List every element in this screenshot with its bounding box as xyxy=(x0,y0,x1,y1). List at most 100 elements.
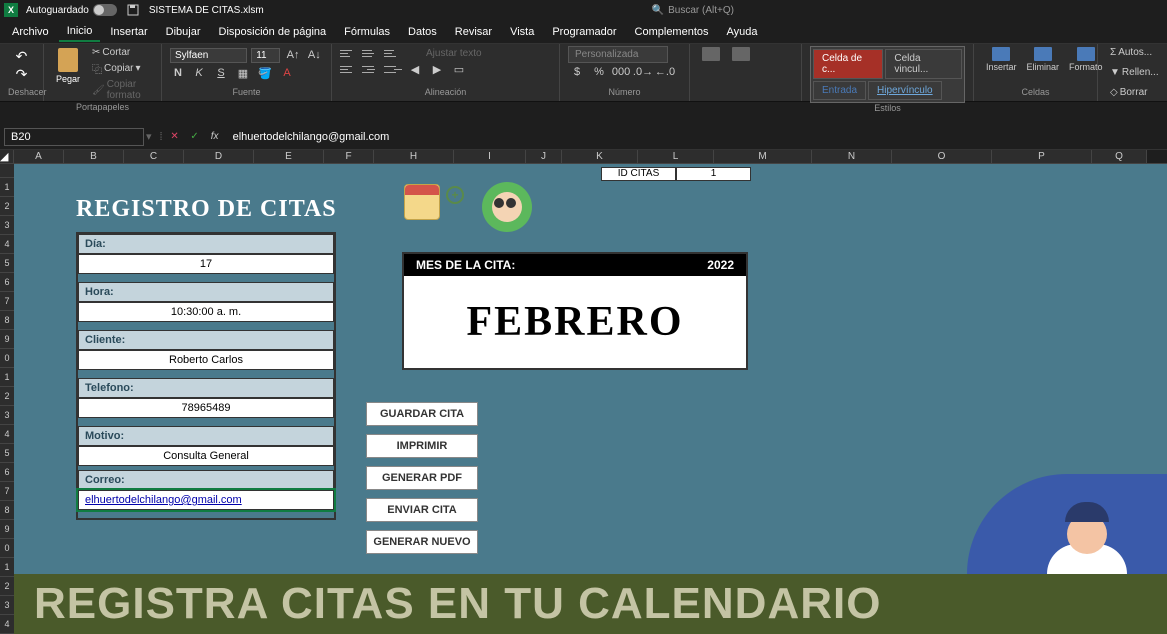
row-header-20[interactable]: 0 xyxy=(0,539,14,558)
delete-cells-button[interactable]: Eliminar xyxy=(1023,46,1064,73)
row-header-12[interactable]: 2 xyxy=(0,387,14,406)
row-header-1[interactable]: 1 xyxy=(0,178,14,197)
border-button[interactable]: ▦ xyxy=(234,64,252,82)
row-header-13[interactable]: 3 xyxy=(0,406,14,425)
row-header-8[interactable]: 8 xyxy=(0,311,14,330)
row-header-9[interactable]: 9 xyxy=(0,330,14,349)
menu-datos[interactable]: Datos xyxy=(400,23,445,41)
align-left-button[interactable] xyxy=(340,62,358,76)
cliente-input[interactable]: Roberto Carlos xyxy=(78,350,334,370)
row-header-24[interactable]: 4 xyxy=(0,615,14,634)
generar-pdf-button[interactable]: GENERAR PDF xyxy=(366,466,478,490)
autosave-toggle[interactable]: Autoguardado xyxy=(26,4,117,16)
toggle-switch[interactable] xyxy=(93,4,117,16)
col-header-I[interactable]: I xyxy=(454,150,526,163)
menu-programador[interactable]: Programador xyxy=(544,23,624,41)
imprimir-button[interactable]: IMPRIMIR xyxy=(366,434,478,458)
align-middle-button[interactable] xyxy=(362,46,380,60)
increase-indent-button[interactable]: ▶ xyxy=(428,60,446,78)
formula-input[interactable] xyxy=(227,129,1163,145)
col-header-L[interactable]: L xyxy=(638,150,714,163)
merge-button[interactable]: ▭ xyxy=(450,60,468,78)
col-header-A[interactable]: A xyxy=(14,150,64,163)
row-header-10[interactable]: 0 xyxy=(0,349,14,368)
row-header-17[interactable]: 7 xyxy=(0,482,14,501)
col-header-C[interactable]: C xyxy=(124,150,184,163)
id-citas-label[interactable]: ID CITAS xyxy=(601,167,676,181)
dia-input[interactable]: 17 xyxy=(78,254,334,274)
guardar-cita-button[interactable]: GUARDAR CITA xyxy=(366,402,478,426)
save-icon[interactable] xyxy=(125,2,141,18)
italic-button[interactable]: K xyxy=(190,64,208,82)
redo-icon[interactable]: ↷ xyxy=(16,66,28,83)
font-name-select[interactable]: Sylfaen xyxy=(170,48,247,63)
row-header-3[interactable]: 3 xyxy=(0,216,14,235)
decrease-decimal-button[interactable]: ←.0 xyxy=(656,63,674,81)
col-header-H[interactable]: H xyxy=(374,150,454,163)
paste-button[interactable]: Pegar xyxy=(52,46,84,102)
underline-button[interactable]: S xyxy=(212,64,230,82)
comma-button[interactable]: 000 xyxy=(612,63,630,81)
menu-revisar[interactable]: Revisar xyxy=(447,23,500,41)
cancel-formula-button[interactable]: ✕ xyxy=(167,129,183,145)
menu-formulas[interactable]: Fórmulas xyxy=(336,23,398,41)
style-entrada[interactable]: Entrada xyxy=(813,81,866,100)
col-header-O[interactable]: O xyxy=(892,150,992,163)
fill-button[interactable]: ▼Rellen... xyxy=(1106,66,1150,79)
add-icon[interactable]: + xyxy=(446,186,464,204)
calendar-icon[interactable] xyxy=(404,184,449,229)
decrease-font-icon[interactable]: A↓ xyxy=(306,46,323,64)
id-citas-value[interactable]: 1 xyxy=(676,167,751,181)
enviar-cita-button[interactable]: ENVIAR CITA xyxy=(366,498,478,522)
clear-button[interactable]: ◇Borrar xyxy=(1106,86,1150,99)
menu-insertar[interactable]: Insertar xyxy=(102,23,155,41)
disguise-face-icon[interactable] xyxy=(482,182,532,232)
row-header-5[interactable]: 5 xyxy=(0,254,14,273)
row-header-16[interactable]: 6 xyxy=(0,463,14,482)
number-format-select[interactable]: Personalizada xyxy=(568,46,668,63)
select-all-triangle[interactable]: ◢ xyxy=(0,150,14,163)
cut-button[interactable]: ✂Cortar xyxy=(88,46,153,59)
align-center-button[interactable] xyxy=(362,62,380,76)
col-header-Q[interactable]: Q xyxy=(1092,150,1147,163)
motivo-input[interactable]: Consulta General xyxy=(78,446,334,466)
row-header-6[interactable]: 6 xyxy=(0,273,14,292)
font-size-select[interactable]: 11 xyxy=(251,48,280,63)
menu-complementos[interactable]: Complementos xyxy=(627,23,717,41)
row-header-18[interactable]: 8 xyxy=(0,501,14,520)
align-bottom-button[interactable] xyxy=(384,46,402,60)
col-header-F[interactable]: F xyxy=(324,150,374,163)
menu-dibujar[interactable]: Dibujar xyxy=(158,23,209,41)
menu-inicio[interactable]: Inicio xyxy=(59,22,101,42)
font-color-button[interactable]: A xyxy=(278,64,296,82)
insert-cells-button[interactable]: Insertar xyxy=(982,46,1021,73)
align-top-button[interactable] xyxy=(340,46,358,60)
bold-button[interactable]: N xyxy=(170,64,186,82)
correo-input[interactable]: elhuertodelchilango@gmail.com xyxy=(78,490,334,510)
undo-icon[interactable]: ↶ xyxy=(16,48,28,65)
telefono-input[interactable]: 78965489 xyxy=(78,398,334,418)
col-header-N[interactable]: N xyxy=(812,150,892,163)
row-header-15[interactable]: 5 xyxy=(0,444,14,463)
search-box[interactable]: 🔍 Buscar (Alt+Q) xyxy=(652,5,734,16)
generar-nuevo-button[interactable]: GENERAR NUEVO xyxy=(366,530,478,554)
row-header-21[interactable]: 1 xyxy=(0,558,14,577)
col-header-J[interactable]: J xyxy=(526,150,562,163)
percent-button[interactable]: % xyxy=(590,63,608,81)
name-box[interactable] xyxy=(4,128,144,146)
menu-disposicion[interactable]: Disposición de página xyxy=(211,23,335,41)
menu-vista[interactable]: Vista xyxy=(502,23,542,41)
sheet-content[interactable]: ID CITAS 1 REGISTRO DE CITAS + Día: 17 H… xyxy=(14,164,1167,634)
hora-input[interactable]: 10:30:00 a. m. xyxy=(78,302,334,322)
row-header-7[interactable]: 7 xyxy=(0,292,14,311)
increase-decimal-button[interactable]: .0→ xyxy=(634,63,652,81)
col-header-M[interactable]: M xyxy=(714,150,812,163)
name-box-dropdown-icon[interactable]: ▾ xyxy=(146,130,152,143)
accept-formula-button[interactable]: ✓ xyxy=(187,129,203,145)
row-header-19[interactable]: 9 xyxy=(0,520,14,539)
fx-button[interactable]: fx xyxy=(207,129,223,145)
menu-ayuda[interactable]: Ayuda xyxy=(719,23,766,41)
copy-button[interactable]: ⿻Copiar ▾ xyxy=(88,60,153,77)
decrease-indent-button[interactable]: ◀ xyxy=(406,60,424,78)
row-header-11[interactable]: 1 xyxy=(0,368,14,387)
